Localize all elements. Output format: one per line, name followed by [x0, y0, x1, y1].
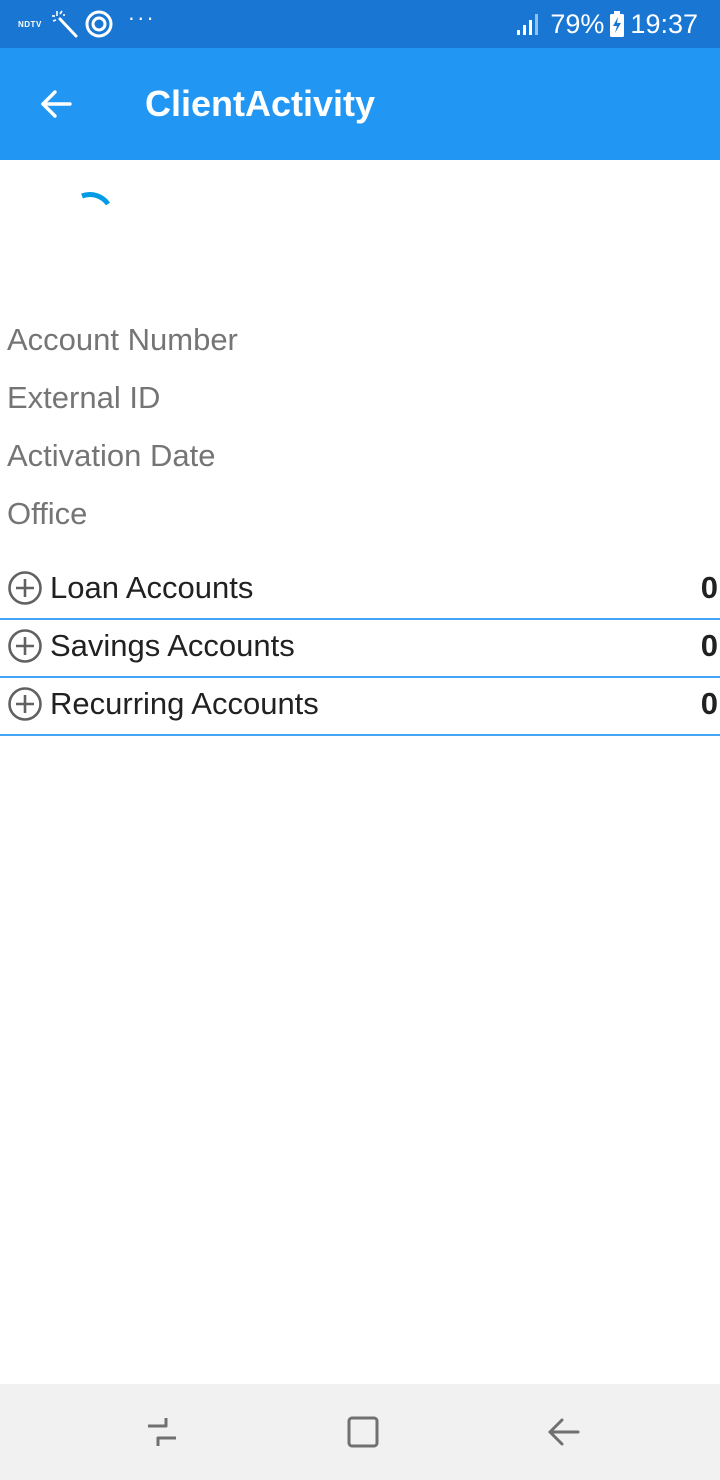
home-icon — [347, 1416, 379, 1448]
ndtv-notification-icon: NDTV — [18, 19, 42, 29]
more-notifications-indicator: ··· — [127, 5, 156, 30]
arrow-left-icon — [41, 90, 72, 118]
circle-sync-icon — [85, 10, 113, 38]
status-time: 19:37 — [630, 8, 698, 39]
app-bar: ClientActivity — [0, 48, 720, 160]
savings-accounts-row[interactable]: Savings Accounts 0 — [0, 618, 720, 678]
magic-wand-icon — [51, 10, 78, 38]
external-id-label: External ID — [7, 380, 161, 415]
system-nav-bar — [0, 1384, 720, 1480]
office-label: Office — [7, 496, 88, 531]
recurring-accounts-count: 0 — [700, 686, 718, 721]
status-right: 79% 19:37 — [516, 0, 698, 48]
savings-accounts-label: Savings Accounts — [50, 628, 295, 663]
savings-accounts-count: 0 — [700, 628, 718, 663]
signal-icon — [517, 14, 539, 35]
loan-accounts-count: 0 — [700, 570, 718, 605]
plus-circle-icon — [8, 629, 42, 663]
battery-percent: 79% — [550, 8, 605, 39]
loan-accounts-row[interactable]: Loan Accounts 0 — [0, 560, 720, 620]
loading-spinner-icon — [81, 192, 111, 206]
status-bar: NDTV ··· 79% 19:37 — [0, 0, 720, 48]
battery-charging-icon — [610, 11, 625, 37]
back-icon — [548, 1418, 580, 1446]
page-title: ClientActivity — [145, 83, 376, 124]
plus-circle-icon — [8, 687, 42, 721]
back-button[interactable] — [20, 76, 92, 132]
recurring-accounts-row[interactable]: Recurring Accounts 0 — [0, 676, 720, 736]
loan-accounts-label: Loan Accounts — [50, 570, 254, 605]
status-left: NDTV ··· — [18, 0, 156, 48]
recent-apps-icon — [148, 1418, 176, 1446]
plus-circle-icon — [8, 571, 42, 605]
recurring-accounts-label: Recurring Accounts — [50, 686, 319, 721]
system-back-button[interactable] — [540, 1408, 588, 1456]
account-number-label: Account Number — [7, 322, 238, 357]
home-button[interactable] — [339, 1408, 387, 1456]
activation-date-label: Activation Date — [7, 438, 216, 473]
recent-apps-button[interactable] — [138, 1408, 186, 1456]
